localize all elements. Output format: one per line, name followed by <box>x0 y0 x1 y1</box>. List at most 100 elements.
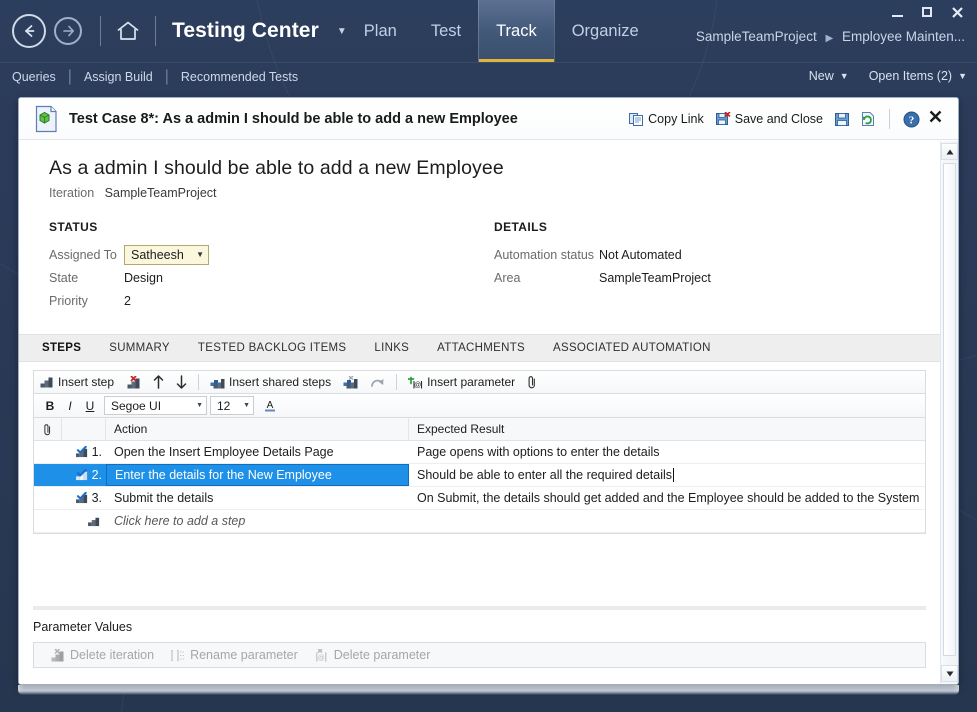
automation-status-label: Automation status <box>494 247 595 262</box>
vertical-scrollbar[interactable] <box>940 141 958 684</box>
test-steps-grid: Action Expected Result 1. Open the Inser… <box>33 418 926 534</box>
open-items-menu-button[interactable]: Open Items (2) ▼ <box>869 69 967 83</box>
remove-shared-steps-button[interactable] <box>337 371 364 393</box>
scrollbar-thumb[interactable] <box>943 163 956 656</box>
open-items-label: Open Items (2) <box>868 69 953 83</box>
minimize-button[interactable] <box>883 2 911 22</box>
insert-parameter-button[interactable]: @ Insert parameter <box>402 371 521 393</box>
row-attachment-cell[interactable] <box>34 487 62 509</box>
tab-links[interactable]: LINKS <box>360 334 423 362</box>
forward-button[interactable] <box>54 17 82 45</box>
work-item-title-bar-text: Test Case 8*: As a admin I should be abl… <box>69 110 518 127</box>
state-value[interactable]: Design <box>124 271 163 285</box>
maximize-button[interactable] <box>913 2 941 22</box>
scroll-down-button[interactable] <box>941 665 958 682</box>
row-action-cell[interactable]: Enter the details for the New Employee <box>106 464 409 486</box>
back-button[interactable] <box>12 14 46 48</box>
move-step-down-button[interactable] <box>170 371 193 393</box>
row-action-cell[interactable]: Open the Insert Employee Details Page <box>106 441 409 463</box>
row-action-cell[interactable]: Submit the details <box>106 487 409 509</box>
assigned-to-dropdown[interactable]: Satheesh ▼ <box>124 244 209 265</box>
font-color-button[interactable]: A <box>260 396 280 415</box>
move-step-up-button[interactable] <box>147 371 170 393</box>
tab-tested-backlog-items[interactable]: TESTED BACKLOG ITEMS <box>184 334 361 362</box>
nav-tab-plan[interactable]: Plan <box>347 0 414 62</box>
nav-tab-organize[interactable]: Organize <box>555 0 656 62</box>
work-item-toolbar: Copy Link Save and Close ? <box>623 98 950 140</box>
app-title-dropdown-icon[interactable]: ▼ <box>337 26 347 37</box>
tab-summary[interactable]: SUMMARY <box>95 334 184 362</box>
subnav-right-actions: New ▼ Open Items (2) ▼ <box>809 62 967 90</box>
save-icon <box>834 112 850 127</box>
paperclip-icon <box>44 423 51 435</box>
add-step-row[interactable]: Click here to add a step <box>34 510 925 533</box>
bold-button[interactable]: B <box>40 396 60 415</box>
iteration-value[interactable]: SampleTeamProject <box>105 186 217 200</box>
priority-row: Priority 2 <box>49 289 494 312</box>
arrow-right-icon <box>62 25 74 37</box>
tab-attachments[interactable]: ATTACHMENTS <box>423 334 539 362</box>
subnav-item-queries[interactable]: Queries <box>12 70 68 84</box>
tab-label: ASSOCIATED AUTOMATION <box>553 342 711 354</box>
font-family-dropdown[interactable]: Segoe UI ▼ <box>104 396 207 415</box>
new-menu-button[interactable]: New ▼ <box>809 69 849 83</box>
table-row[interactable]: 2. Enter the details for the New Employe… <box>34 464 925 487</box>
parameter-values-section: Parameter Values Delete iteration Rename… <box>19 606 940 668</box>
close-work-item-button[interactable] <box>925 108 950 130</box>
table-row[interactable]: 3. Submit the details On Submit, the det… <box>34 487 925 510</box>
status-column: STATUS Assigned To Satheesh ▼ State Desi… <box>49 220 494 312</box>
nav-tab-track[interactable]: Track <box>478 0 555 62</box>
save-and-close-button[interactable]: Save and Close <box>710 109 829 129</box>
rename-parameter-button[interactable]: Rename parameter <box>162 648 306 662</box>
table-row[interactable]: 1. Open the Insert Employee Details Page… <box>34 441 925 464</box>
delete-iteration-button[interactable]: Delete iteration <box>42 647 162 662</box>
row-expected-result-cell[interactable]: Page opens with options to enter the det… <box>409 441 925 463</box>
automation-status-value[interactable]: Not Automated <box>599 248 682 262</box>
close-button[interactable] <box>943 2 971 22</box>
test-case-icon <box>33 104 59 134</box>
row-attachment-cell[interactable] <box>34 441 62 463</box>
insert-step-button[interactable]: Insert step <box>34 371 120 393</box>
breadcrumb-separator-icon: ▶ <box>825 33 834 44</box>
tab-associated-automation[interactable]: ASSOCIATED AUTOMATION <box>539 334 725 362</box>
row-number-cell: 1. <box>62 441 106 463</box>
add-step-expected-cell[interactable] <box>409 510 925 532</box>
subnav-item-recommended-tests[interactable]: Recommended Tests <box>169 70 310 84</box>
open-shared-steps-button[interactable] <box>364 371 391 393</box>
underline-button[interactable]: U <box>80 396 100 415</box>
row-number: 2. <box>91 468 102 482</box>
breadcrumb-project[interactable]: SampleTeamProject <box>696 29 817 44</box>
italic-button[interactable]: I <box>60 396 80 415</box>
fields-row: STATUS Assigned To Satheesh ▼ State Desi… <box>49 220 914 312</box>
insert-shared-steps-button[interactable]: Insert shared steps <box>204 371 337 393</box>
work-item-content: As a admin I should be able to add a new… <box>19 141 940 312</box>
row-attachment-cell[interactable] <box>34 464 62 486</box>
scroll-up-button[interactable] <box>941 143 958 160</box>
priority-value[interactable]: 2 <box>124 294 131 308</box>
remove-shared-steps-icon <box>343 375 358 389</box>
tab-steps[interactable]: STEPS <box>28 334 95 362</box>
area-value[interactable]: SampleTeamProject <box>599 271 711 285</box>
delete-step-button[interactable] <box>120 371 147 393</box>
close-icon <box>951 6 963 18</box>
breadcrumb-plan[interactable]: Employee Mainten... <box>842 29 965 44</box>
svg-text:@: @ <box>318 655 325 662</box>
row-expected-result-cell[interactable]: Should be able to enter all the required… <box>409 464 925 486</box>
refresh-button[interactable] <box>855 108 881 130</box>
attach-file-button[interactable] <box>521 371 543 393</box>
row-expected-result-cell[interactable]: On Submit, the details should get added … <box>409 487 925 509</box>
nav-tab-test[interactable]: Test <box>414 0 478 62</box>
nav-tab-label: Plan <box>363 21 397 40</box>
delete-parameter-button[interactable]: @ Delete parameter <box>306 647 439 662</box>
subnav-item-assign-build[interactable]: Assign Build <box>72 70 165 84</box>
home-button[interactable] <box>111 16 145 46</box>
paperclip-icon <box>527 375 537 389</box>
copy-link-button[interactable]: Copy Link <box>623 109 710 129</box>
font-size-dropdown[interactable]: 12 ▼ <box>210 396 254 415</box>
save-button[interactable] <box>829 109 855 130</box>
minimize-icon <box>891 14 903 17</box>
steps-section: Insert step Insert shared steps @ Insert… <box>19 362 940 534</box>
add-step-placeholder[interactable]: Click here to add a step <box>106 510 409 532</box>
parameter-toolbar: Delete iteration Rename parameter @ Dele… <box>33 642 926 668</box>
help-button[interactable]: ? <box>898 108 925 131</box>
